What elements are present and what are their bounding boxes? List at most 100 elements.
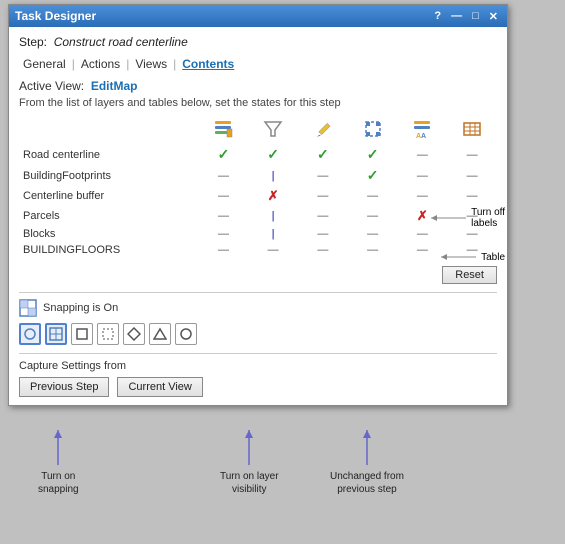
active-view-value: EditMap <box>91 79 138 93</box>
diamond-snap-icon <box>127 327 141 341</box>
cell-filter[interactable]: | <box>248 206 298 226</box>
layer-name: Blocks <box>19 226 199 242</box>
cell-edit[interactable]: — <box>298 226 348 242</box>
cell-labels[interactable]: — <box>397 144 447 165</box>
snapping-label: Snapping is On <box>43 302 118 314</box>
circle2-snap-icon <box>179 327 193 341</box>
snap-tool-circle[interactable] <box>19 323 41 345</box>
turn-off-labels-arrow-icon <box>431 208 471 228</box>
previous-step-button[interactable]: Previous Step <box>19 377 109 397</box>
snap-tool-circle2[interactable] <box>175 323 197 345</box>
cell-visible[interactable]: — <box>199 206 249 226</box>
turn-on-snapping-label: Turn on snapping <box>38 470 79 496</box>
cell-visible[interactable]: — <box>199 165 249 186</box>
snap-tool-triangle[interactable] <box>149 323 171 345</box>
capture-buttons: Previous Step Current View <box>19 377 497 397</box>
tab-actions[interactable]: Actions <box>77 55 124 73</box>
table-row: BUILDINGFLOORS — — — — — — <box>19 242 497 258</box>
step-label: Step: Construct road centerline <box>19 35 497 49</box>
cell-filter[interactable]: | <box>248 226 298 242</box>
description: From the list of layers and tables below… <box>19 97 497 109</box>
triangle-snap-icon <box>153 327 167 341</box>
table-callout: Table <box>441 247 505 267</box>
cell-visible[interactable]: ✓ <box>199 144 249 165</box>
snap-tool-square[interactable] <box>71 323 93 345</box>
col-header-labels: A A <box>397 117 447 144</box>
dotted-square-snap-icon <box>101 327 115 341</box>
divider2 <box>19 353 497 354</box>
snap-tool-dotted-square[interactable] <box>97 323 119 345</box>
cell-filter[interactable]: — <box>248 242 298 258</box>
turn-on-layer-visibility-label: Turn on layer visibility <box>220 470 279 496</box>
table-row: Blocks — | — — — — <box>19 226 497 242</box>
layer-name: BUILDINGFLOORS <box>19 242 199 258</box>
cell-table[interactable]: — <box>447 186 497 206</box>
tabs-row: General | Actions | Views | Contents <box>19 55 497 73</box>
cell-select[interactable]: — <box>348 206 398 226</box>
turn-off-labels-callout: Turn offlabels <box>431 207 505 229</box>
snap-tool-grid[interactable] <box>45 323 67 345</box>
snap-tool-diamond[interactable] <box>123 323 145 345</box>
labels-icon: A A <box>412 119 432 139</box>
close-button[interactable]: ✕ <box>486 10 501 23</box>
cell-select[interactable]: — <box>348 226 398 242</box>
help-button[interactable]: ? <box>431 10 444 23</box>
cell-filter[interactable]: | <box>248 165 298 186</box>
col-header-edit <box>298 117 348 144</box>
table-row: Parcels — | — — ✗ — <box>19 206 497 226</box>
snapping-icon <box>19 299 37 317</box>
task-designer-window: Task Designer ? — □ ✕ Step: Construct ro… <box>8 4 508 406</box>
tab-general[interactable]: General <box>19 55 70 73</box>
select-icon <box>363 119 383 139</box>
cell-select[interactable]: — <box>348 242 398 258</box>
col-header-layer-visible <box>199 117 249 144</box>
maximize-button[interactable]: □ <box>469 10 482 23</box>
svg-text:A: A <box>421 133 426 139</box>
cell-select[interactable]: ✓ <box>348 165 398 186</box>
reset-button[interactable]: Reset <box>442 266 497 284</box>
unchanged-callout: Unchanged from previous step <box>330 430 404 496</box>
cell-visible[interactable]: — <box>199 186 249 206</box>
cell-visible[interactable]: — <box>199 226 249 242</box>
cell-table[interactable]: — <box>447 165 497 186</box>
layer-name: Road centerline <box>19 144 199 165</box>
tab-contents[interactable]: Contents <box>178 55 238 73</box>
cell-visible[interactable]: — <box>199 242 249 258</box>
unchanged-label: Unchanged from previous step <box>330 470 404 496</box>
cell-labels[interactable]: — <box>397 186 447 206</box>
window-body: Step: Construct road centerline General … <box>9 27 507 405</box>
cell-filter[interactable]: ✓ <box>248 144 298 165</box>
table-row: Centerline buffer — ✗ — — — — <box>19 186 497 206</box>
cell-edit[interactable]: ✓ <box>298 144 348 165</box>
current-view-button[interactable]: Current View <box>117 377 202 397</box>
layer-visibility-arrow-icon <box>239 430 259 470</box>
cell-edit[interactable]: — <box>298 186 348 206</box>
cell-labels[interactable]: — <box>397 242 447 258</box>
cell-select[interactable]: — <box>348 186 398 206</box>
turn-on-snapping-callout: Turn on snapping <box>38 430 79 496</box>
window-title: Task Designer <box>15 9 96 23</box>
layer-name: BuildingFootprints <box>19 165 199 186</box>
capture-label: Capture Settings from <box>19 360 497 372</box>
layer-name: Centerline buffer <box>19 186 199 206</box>
snapping-arrow-icon <box>48 430 68 470</box>
edit-icon <box>313 119 333 139</box>
minimize-button[interactable]: — <box>448 10 465 23</box>
table-callout-label: Table <box>481 252 505 263</box>
cell-table[interactable]: — <box>447 144 497 165</box>
snap-grid-icon <box>19 299 37 317</box>
circle-snap-icon <box>23 327 37 341</box>
table-row: BuildingFootprints — | — ✓ — — <box>19 165 497 186</box>
layer-visible-icon <box>213 119 233 139</box>
cell-edit[interactable]: — <box>298 206 348 226</box>
cell-select[interactable]: ✓ <box>348 144 398 165</box>
cell-edit[interactable]: — <box>298 165 348 186</box>
table-callout-arrow-icon <box>441 247 481 267</box>
cell-edit[interactable]: — <box>298 242 348 258</box>
col-header-table <box>447 117 497 144</box>
grid-snap-icon <box>49 327 63 341</box>
cell-filter[interactable]: ✗ <box>248 186 298 206</box>
table-row: Road centerline ✓ ✓ ✓ ✓ — — <box>19 144 497 165</box>
tab-views[interactable]: Views <box>131 55 171 73</box>
cell-labels[interactable]: — <box>397 165 447 186</box>
